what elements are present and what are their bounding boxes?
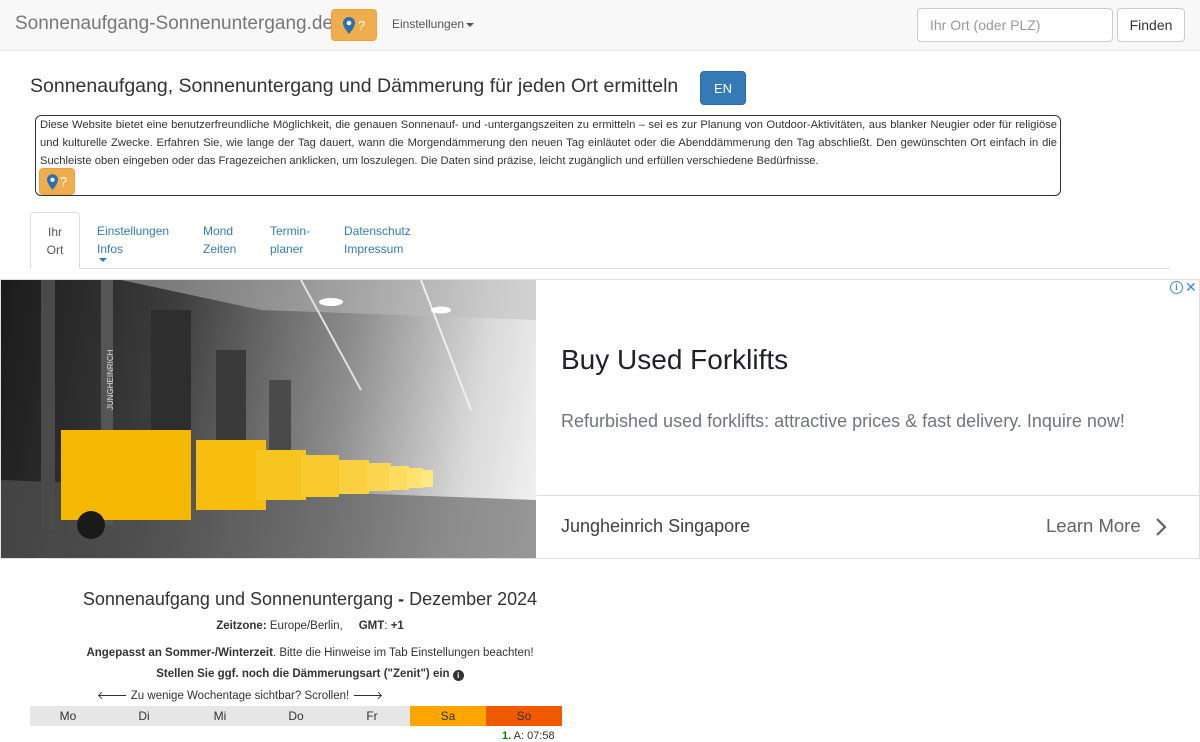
tab-label-line1: Einstellungen: [97, 224, 170, 238]
timezone-label: Zeitzone:: [216, 620, 267, 632]
weekday-sa: Sa: [410, 706, 486, 726]
ad-title[interactable]: Buy Used Forklifts: [561, 344, 788, 376]
scroll-hint-text: Zu wenige Wochentage sichtbar? Scrollen!: [130, 690, 350, 702]
scroll-hint: 🡐 Zu wenige Wochentage sichtbar? Scrolle…: [30, 688, 450, 702]
info-icon[interactable]: i: [452, 670, 464, 681]
tab-label-line2: Zeiten: [203, 242, 237, 256]
dst-note-bold: Angepasst an Sommer-/Winterzeit: [86, 647, 273, 659]
weekday-fr: Fr: [334, 706, 410, 726]
weekday-di: Di: [106, 706, 182, 726]
nav-settings-label: Einstellungen: [392, 17, 465, 31]
calendar-title-separator: -: [393, 589, 410, 609]
tab-label-line2: planer: [270, 242, 304, 256]
dst-note: Angepasst an Sommer-/Winterzeit. Bitte d…: [30, 647, 590, 659]
language-en-button[interactable]: EN: [700, 71, 746, 105]
forklift-brand-label: JUNGHEINRICH: [106, 349, 115, 410]
ad-info-icon[interactable]: i: [1170, 281, 1183, 294]
map-pin-icon: [342, 16, 355, 34]
location-help-button[interactable]: ?: [331, 9, 377, 41]
intro-text: Diese Website bietet eine benutzerfreund…: [40, 119, 1057, 167]
gmt-value: +1: [390, 620, 404, 632]
tab-label-line1: Ihr: [47, 225, 62, 239]
ad-close-icon[interactable]: ✕: [1185, 279, 1197, 296]
navbar: Sonnenaufgang-Sonnenuntergang.de ? Einst…: [0, 0, 1200, 51]
zenith-note: Stellen Sie ggf. noch die Dämmerungsart …: [30, 668, 590, 681]
intro-help-button[interactable]: ?: [39, 168, 75, 195]
tab-appointment-planner[interactable]: Termin- planer: [255, 212, 325, 269]
caret-down-icon: [466, 22, 475, 27]
arrow-left-icon: 🡐: [96, 690, 128, 702]
main-tabs: Ihr Ort Einstellungen Infos Mond Zeiten …: [30, 212, 1170, 269]
weekday-mi: Mi: [182, 706, 258, 726]
arrow-right-icon: 🡒: [352, 690, 384, 702]
question-mark-label: ?: [357, 17, 366, 33]
ad-advertiser[interactable]: Jungheinrich Singapore: [561, 516, 750, 537]
tab-settings-infos[interactable]: Einstellungen Infos: [82, 212, 184, 269]
weekday-header: Mo Di Mi Do Fr Sa So: [30, 706, 562, 726]
tab-moon-times[interactable]: Mond Zeiten: [188, 212, 251, 269]
page-title: Sonnenaufgang, Sonnenuntergang und Dämme…: [30, 75, 679, 97]
tab-privacy-imprint[interactable]: Datenschutz Impressum: [329, 212, 426, 269]
tab-label-line2: Impressum: [344, 242, 404, 256]
calendar-title-main: Sonnenaufgang und Sonnenuntergang: [82, 589, 394, 609]
gmt-label: GMT: [358, 620, 385, 632]
timezone-value: Europe/Berlin,: [269, 620, 343, 632]
day-number: 1.: [502, 730, 512, 742]
day-sunrise: A: 07:58: [513, 730, 555, 742]
tab-your-location[interactable]: Ihr Ort: [30, 212, 80, 269]
forklift-illustration: JUNGHEINRICH: [1, 280, 536, 558]
ad-description[interactable]: Refurbished used forklifts: attractive p…: [561, 411, 1125, 432]
question-mark-label: ?: [59, 174, 68, 189]
tab-label-line1: Termin-: [270, 224, 311, 238]
calendar-title-month: Dezember 2024: [409, 589, 538, 609]
zenith-note-text: Stellen Sie ggf. noch die Dämmerungsart …: [156, 668, 450, 680]
intro-box: Diese Website bietet eine benutzerfreund…: [35, 115, 1061, 196]
tab-label-line1: Datenschutz: [344, 224, 411, 238]
tab-label-line2: Ort: [46, 243, 64, 257]
site-brand[interactable]: Sonnenaufgang-Sonnenuntergang.de: [15, 13, 333, 35]
ad-learn-more-button[interactable]: Learn More: [1046, 515, 1141, 537]
nav-settings-dropdown[interactable]: Einstellungen: [392, 17, 475, 31]
location-search-input[interactable]: [917, 8, 1113, 42]
calendar-day-1: 1. A: 07:58: [502, 730, 555, 742]
ad-divider: [537, 495, 1199, 496]
chevron-right-icon[interactable]: [1155, 517, 1167, 537]
calendar-title: Sonnenaufgang und Sonnenuntergang - Deze…: [30, 589, 590, 610]
tab-label-line1: Mond: [203, 224, 234, 238]
dst-note-rest: . Bitte die Hinweise im Tab Einstellunge…: [272, 647, 534, 659]
weekday-so: So: [486, 706, 562, 726]
ad-image-forklifts[interactable]: JUNGHEINRICH: [1, 280, 536, 558]
caret-down-icon: [99, 258, 107, 262]
tab-label-line2: Infos: [97, 242, 124, 256]
map-pin-icon: [46, 173, 58, 190]
find-button[interactable]: Finden: [1117, 8, 1185, 42]
weekday-mo: Mo: [30, 706, 106, 726]
weekday-do: Do: [258, 706, 334, 726]
timezone-line: Zeitzone: Europe/Berlin, GMT: +1: [216, 620, 404, 632]
